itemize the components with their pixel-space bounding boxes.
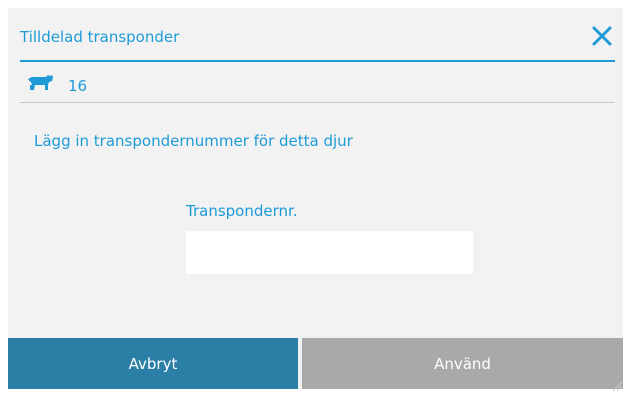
dialog-title: Tilldelad transponder	[20, 28, 180, 46]
transponder-label: Transpondernr.	[186, 202, 298, 220]
animal-number: 16	[68, 77, 88, 95]
dialog-header: Tilldelad transponder	[20, 8, 615, 62]
transponder-input[interactable]	[186, 231, 473, 274]
resize-grip-icon[interactable]	[611, 377, 623, 392]
transponder-dialog: Tilldelad transponder 16 Lägg in transpo…	[8, 8, 623, 392]
cancel-button[interactable]: Avbryt	[8, 338, 298, 389]
animal-row: 16	[20, 62, 615, 103]
close-icon[interactable]	[591, 25, 613, 47]
apply-button[interactable]: Använd	[302, 338, 623, 389]
cow-icon	[26, 74, 54, 92]
instruction-text: Lägg in transpondernummer för detta djur	[34, 132, 353, 150]
